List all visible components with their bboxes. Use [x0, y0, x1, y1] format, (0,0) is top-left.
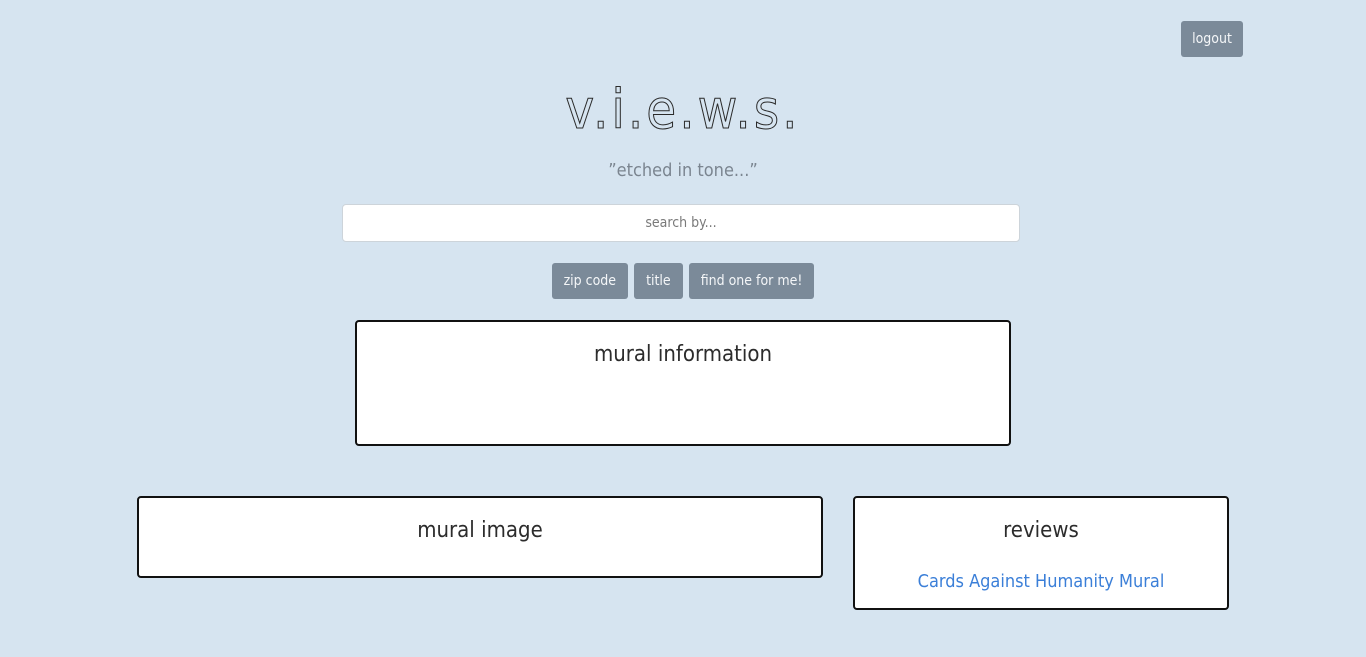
filter-button-group: zip code title find one for me! [0, 263, 1366, 299]
reviews-panel: reviews Cards Against Humanity Mural [853, 496, 1229, 610]
page: logout v.i.e.w.s. ”etched in tone...” zi… [0, 0, 1366, 657]
search-input[interactable] [342, 204, 1020, 242]
title-button[interactable]: title [634, 263, 683, 299]
zip-code-button[interactable]: zip code [551, 263, 629, 299]
tagline: ”etched in tone...” [608, 160, 758, 181]
find-one-button[interactable]: find one for me! [688, 263, 815, 299]
mural-information-title: mural information [593, 342, 773, 367]
logout-button[interactable]: logout [1181, 21, 1243, 57]
mural-image-title: mural image [417, 518, 543, 543]
reviews-title: reviews [1003, 518, 1079, 543]
brand-title: v.i.e.w.s. [565, 78, 801, 142]
review-link[interactable]: Cards Against Humanity Mural [855, 571, 1227, 592]
mural-image-panel: mural image [137, 496, 823, 578]
mural-information-panel: mural information [355, 320, 1011, 446]
